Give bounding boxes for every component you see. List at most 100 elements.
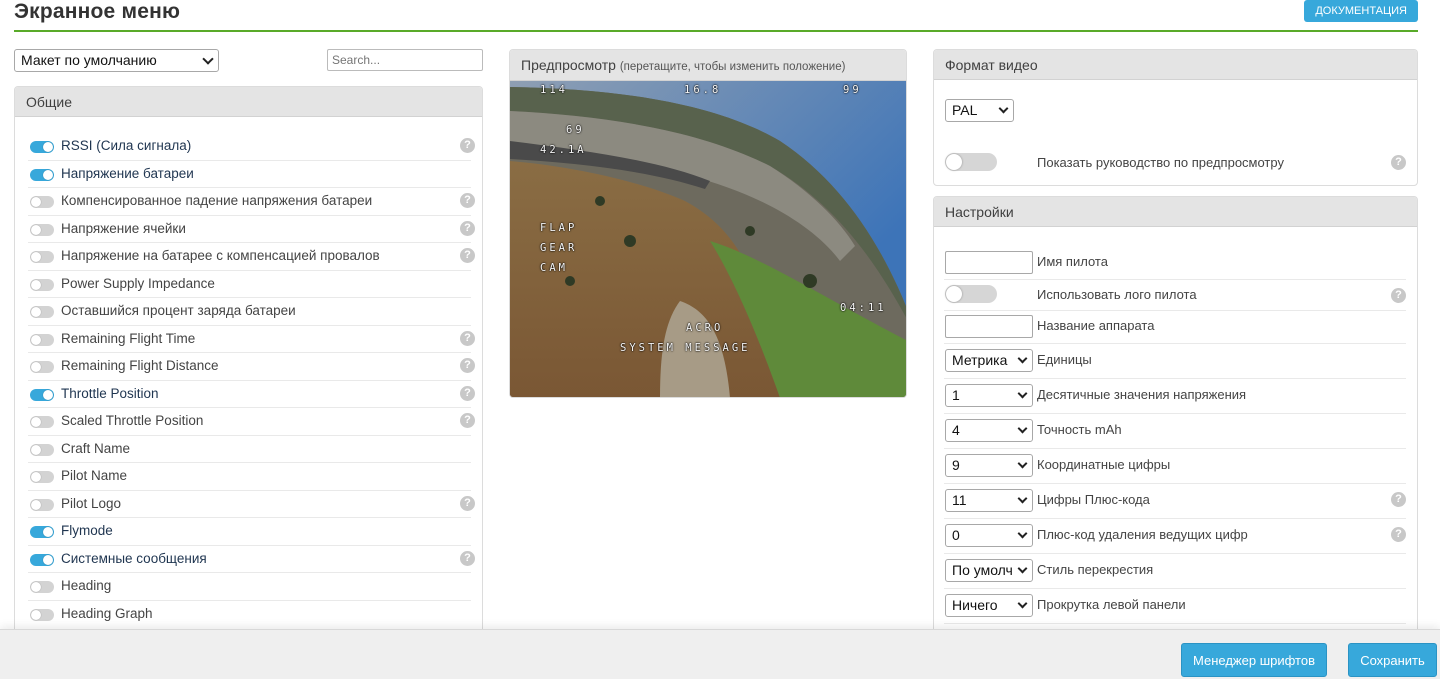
crosshair-style-select[interactable]: По умолч	[945, 559, 1033, 582]
osd-element-toggle[interactable]	[30, 581, 54, 593]
show-guide-toggle[interactable]	[945, 153, 997, 171]
preview-header: Предпросмотр (перетащите, чтобы изменить…	[510, 50, 906, 81]
mah-precision-select[interactable]: 4	[945, 419, 1033, 442]
osd-element-toggle[interactable]	[30, 361, 54, 373]
osd-element-toggle[interactable]	[30, 306, 54, 318]
osd-element-toggle[interactable]	[30, 498, 54, 511]
osd-element-toggle[interactable]	[30, 553, 54, 566]
pilot-name-label: Имя пилота	[1037, 254, 1108, 269]
documentation-button[interactable]: ДОКУМЕНТАЦИЯ	[1304, 0, 1418, 22]
crosshair-style-label: Стиль перекрестия	[1037, 562, 1154, 577]
osd-flymode[interactable]: ACRO	[686, 322, 723, 334]
osd-cam[interactable]: CAM	[540, 262, 568, 274]
osd-page: Экранное меню ДОКУМЕНТАЦИЯ Макет по умол…	[0, 0, 1440, 679]
osd-element-toggle[interactable]	[30, 168, 54, 181]
search-input[interactable]	[327, 49, 483, 71]
help-icon[interactable]: ?	[460, 330, 475, 346]
show-guide-label: Показать руководство по предпросмотру	[1037, 155, 1284, 170]
osd-gear[interactable]: GEAR	[540, 242, 577, 254]
preview-subtitle: (перетащите, чтобы изменить положение)	[619, 61, 846, 73]
chevron-down-icon	[1017, 563, 1028, 574]
osd-element-row: Pilot Logo?	[28, 491, 475, 518]
help-icon[interactable]: ?	[460, 385, 475, 401]
osd-current[interactable]: 42.1A	[540, 144, 587, 156]
plus-code-digits-label: Цифры Плюс-кода	[1037, 492, 1150, 507]
osd-element-row: Remaining Flight Distance?	[28, 353, 475, 381]
fpv-preview-image[interactable]: 114 16.8 99 69 42.1A 04:11 FLAP GEAR CAM…	[510, 81, 906, 397]
osd-element-label: RSSI (Сила сигнала)	[61, 138, 192, 153]
osd-satellites[interactable]: 99	[843, 84, 862, 96]
osd-element-label: Компенсированное падение напряжения бата…	[61, 193, 373, 208]
pilot-logo-toggle[interactable]	[945, 285, 997, 303]
osd-element-row: Напряжение на батарее с компенсацией про…	[28, 243, 475, 271]
help-icon[interactable]: ?	[1391, 492, 1406, 507]
osd-element-toggle[interactable]	[30, 416, 54, 428]
help-icon[interactable]: ?	[460, 248, 475, 263]
osd-element-toggle[interactable]	[30, 471, 54, 483]
osd-element-row: Системные сообщения?	[28, 546, 475, 573]
osd-flight-time[interactable]: 04:11	[840, 302, 887, 314]
bottom-toolbar: Менеджер шрифтов Сохранить	[0, 629, 1440, 679]
layout-select[interactable]: Макет по умолчанию	[14, 49, 219, 72]
osd-rssi[interactable]: 114	[540, 84, 568, 96]
save-button[interactable]: Сохранить	[1348, 643, 1437, 677]
osd-element-toggle[interactable]	[30, 141, 54, 153]
osd-element-toggle[interactable]	[30, 333, 54, 346]
units-value: Метрика	[952, 352, 1008, 368]
osd-element-toggle[interactable]	[30, 388, 54, 401]
plus-code-short-value: 0	[952, 527, 960, 543]
osd-element-label: Flymode	[61, 523, 113, 538]
font-manager-button[interactable]: Менеджер шрифтов	[1181, 643, 1327, 677]
plus-code-short-select[interactable]: 0	[945, 524, 1033, 547]
help-icon[interactable]: ?	[460, 220, 475, 236]
chevron-down-icon	[202, 53, 214, 65]
left-scroll-label: Прокрутка левой панели	[1037, 597, 1186, 612]
osd-element-label: Системные сообщения	[61, 550, 207, 566]
osd-element-row: Pilot Name	[28, 463, 471, 491]
coord-digits-select[interactable]: 9	[945, 454, 1033, 477]
help-icon[interactable]: ?	[460, 413, 475, 428]
osd-element-row: Throttle Position?	[28, 381, 475, 408]
plus-code-digits-select[interactable]: 11	[945, 489, 1033, 512]
voltage-decimals-select[interactable]: 1	[945, 384, 1033, 407]
osd-element-row: Heading Graph	[28, 601, 471, 629]
osd-element-label: Оставшийся процент заряда батареи	[61, 303, 296, 318]
help-icon[interactable]: ?	[460, 193, 475, 208]
chevron-down-icon	[1017, 458, 1028, 469]
video-format-select[interactable]: PAL	[945, 99, 1014, 122]
osd-battery[interactable]: 16.8	[684, 84, 721, 96]
coord-digits-label: Координатные цифры	[1037, 457, 1171, 472]
osd-element-toggle[interactable]	[30, 526, 54, 538]
osd-element-toggle[interactable]	[30, 278, 54, 291]
help-icon[interactable]: ?	[1391, 527, 1406, 542]
chevron-down-icon	[1017, 353, 1028, 364]
osd-element-label: Напряжение на батарее с компенсацией про…	[61, 248, 380, 263]
help-icon[interactable]: ?	[460, 550, 475, 566]
help-icon[interactable]: ?	[1391, 288, 1406, 303]
pilot-name-input[interactable]	[945, 251, 1033, 274]
osd-element-row: Оставшийся процент заряда батареи	[28, 298, 471, 326]
plus-code-digits-value: 11	[952, 492, 967, 508]
osd-element-toggle[interactable]	[30, 608, 54, 621]
osd-speed[interactable]: 69	[566, 124, 585, 136]
osd-element-label: Pilot Logo	[61, 495, 122, 511]
osd-element-toggle[interactable]	[30, 196, 54, 208]
mah-precision-value: 4	[952, 422, 960, 438]
osd-element-toggle[interactable]	[30, 443, 54, 456]
help-icon[interactable]: ?	[460, 358, 475, 373]
osd-flap[interactable]: FLAP	[540, 222, 577, 234]
help-icon[interactable]: ?	[460, 495, 475, 511]
osd-element-toggle[interactable]	[30, 251, 54, 263]
osd-element-label: Напряжение батареи	[61, 165, 194, 181]
help-icon[interactable]: ?	[1391, 155, 1406, 170]
chevron-down-icon	[1017, 423, 1028, 434]
left-scroll-select[interactable]: Ничего	[945, 594, 1033, 617]
help-icon[interactable]: ?	[460, 138, 475, 153]
units-select[interactable]: Метрика	[945, 349, 1033, 372]
craft-name-input[interactable]	[945, 315, 1033, 338]
osd-element-toggle[interactable]	[30, 223, 54, 236]
osd-element-row: Craft Name	[28, 436, 471, 463]
osd-system-message[interactable]: SYSTEM MESSAGE	[620, 342, 751, 354]
osd-element-label: Remaining Flight Time	[61, 330, 196, 346]
settings-title: Настройки	[934, 197, 1417, 227]
